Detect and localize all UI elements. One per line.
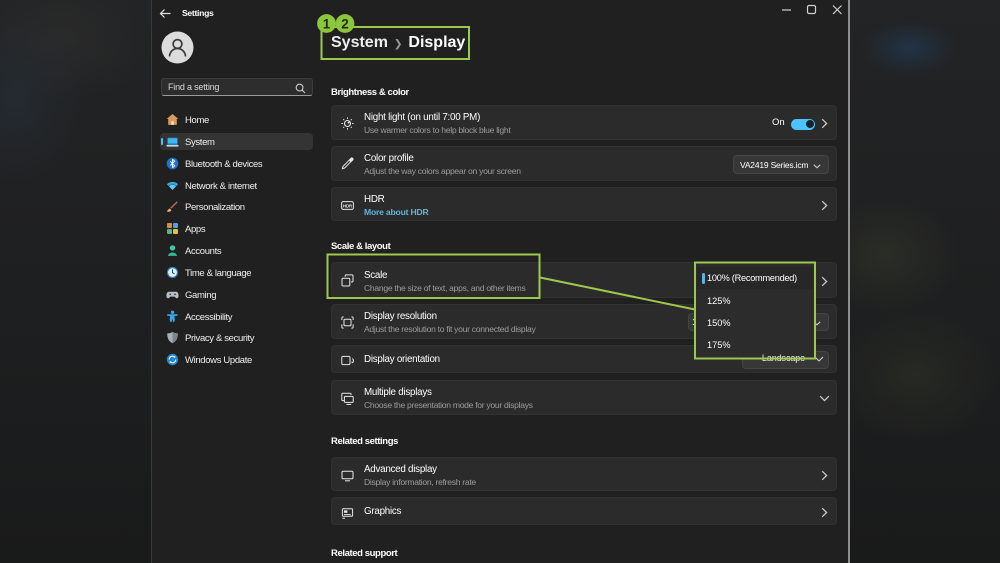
svg-text:HDR: HDR [343, 203, 352, 208]
